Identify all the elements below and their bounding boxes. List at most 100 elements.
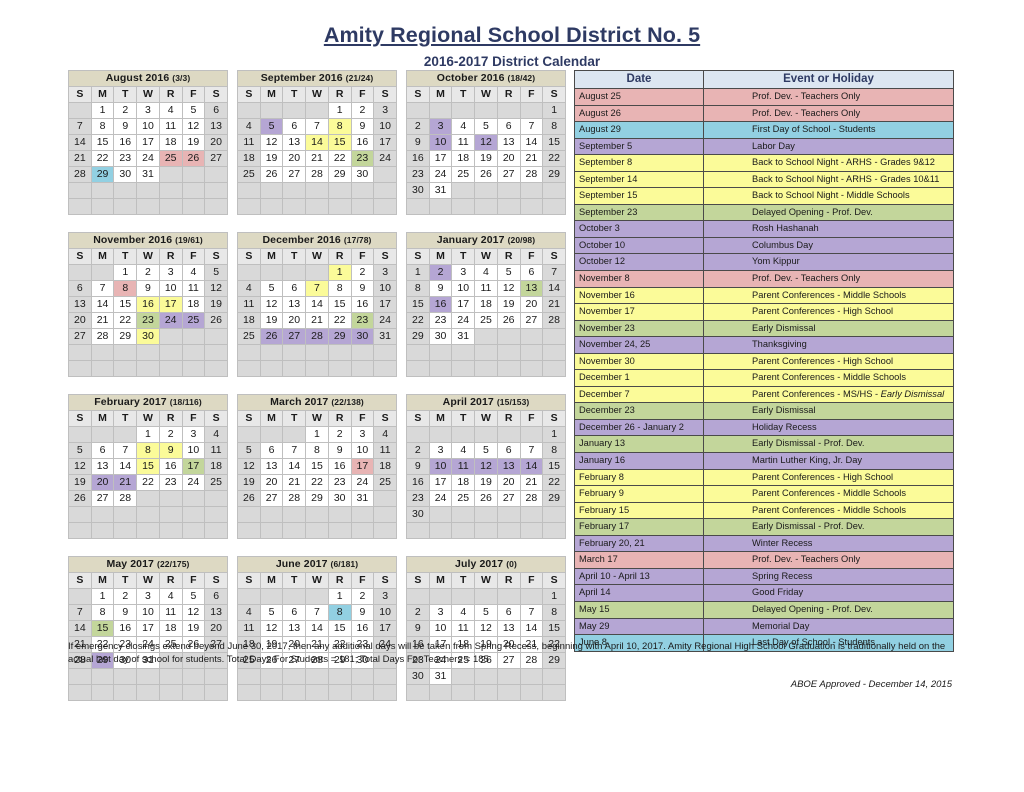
day-cell[interactable]: 8 — [542, 118, 566, 135]
day-cell[interactable]: 8 — [327, 280, 352, 297]
day-cell[interactable]: 11 — [181, 280, 206, 297]
day-cell[interactable]: 15 — [327, 620, 352, 637]
day-cell[interactable]: 19 — [181, 134, 206, 151]
day-cell[interactable]: 26 — [204, 312, 228, 329]
day-cell[interactable]: 4 — [373, 426, 397, 443]
day-cell[interactable]: 15 — [542, 620, 566, 637]
day-cell[interactable]: 26 — [474, 166, 498, 183]
day-cell[interactable]: 22 — [542, 474, 566, 491]
day-cell[interactable]: 11 — [451, 458, 476, 475]
day-cell[interactable]: 3 — [428, 118, 453, 135]
day-cell[interactable]: 28 — [305, 166, 329, 183]
day-cell[interactable]: 3 — [373, 102, 397, 119]
day-cell[interactable]: 5 — [474, 118, 498, 135]
day-cell[interactable]: 17 — [373, 620, 397, 637]
day-cell[interactable]: 18 — [474, 296, 498, 313]
day-cell[interactable]: 13 — [68, 296, 92, 313]
day-cell[interactable]: 19 — [181, 620, 206, 637]
day-cell[interactable]: 2 — [428, 264, 453, 281]
day-cell[interactable]: 6 — [204, 102, 228, 119]
day-cell[interactable]: 18 — [373, 458, 397, 475]
day-cell[interactable]: 22 — [305, 474, 329, 491]
day-cell[interactable]: 20 — [204, 134, 228, 151]
day-cell[interactable]: 13 — [282, 296, 307, 313]
day-cell[interactable]: 23 — [136, 312, 160, 329]
day-cell[interactable]: 28 — [90, 328, 115, 345]
day-cell[interactable]: 22 — [406, 312, 430, 329]
day-cell[interactable]: 4 — [181, 264, 206, 281]
day-cell[interactable]: 25 — [237, 328, 261, 345]
day-cell[interactable]: 27 — [68, 328, 92, 345]
day-cell[interactable]: 13 — [496, 620, 521, 637]
day-cell[interactable]: 15 — [113, 296, 138, 313]
day-cell[interactable]: 20 — [496, 150, 521, 167]
event-row[interactable]: March 17 Prof. Dev. - Teachers Only — [574, 551, 954, 569]
day-cell[interactable]: 6 — [259, 442, 284, 459]
day-cell[interactable]: 9 — [428, 280, 453, 297]
event-row[interactable]: May 29 Memorial Day — [574, 617, 954, 636]
day-cell[interactable]: 3 — [373, 588, 397, 605]
event-row[interactable]: October 10 Columbus Day — [574, 236, 954, 255]
day-cell[interactable]: 20 — [496, 474, 521, 491]
day-cell[interactable]: 27 — [204, 150, 228, 167]
day-cell[interactable]: 9 — [136, 280, 160, 297]
day-cell[interactable]: 11 — [451, 620, 476, 637]
day-cell[interactable]: 13 — [519, 280, 544, 297]
day-cell[interactable]: 21 — [519, 150, 544, 167]
day-cell[interactable]: 29 — [542, 166, 566, 183]
day-cell[interactable]: 1 — [542, 588, 566, 605]
day-cell[interactable]: 18 — [237, 312, 261, 329]
day-cell[interactable]: 15 — [327, 134, 352, 151]
day-cell[interactable]: 10 — [373, 118, 397, 135]
day-cell[interactable]: 17 — [158, 296, 183, 313]
day-cell[interactable]: 8 — [327, 118, 352, 135]
day-cell[interactable]: 29 — [327, 166, 352, 183]
day-cell[interactable]: 4 — [474, 264, 498, 281]
event-row[interactable]: November 17 Parent Conferences - High Sch… — [574, 303, 954, 321]
day-cell[interactable]: 25 — [451, 490, 476, 507]
event-row[interactable]: November 24, 25 Thanksgiving — [574, 336, 954, 354]
day-cell[interactable]: 1 — [542, 426, 566, 443]
day-cell[interactable]: 29 — [542, 490, 566, 507]
day-cell[interactable]: 5 — [474, 604, 498, 621]
day-cell[interactable]: 5 — [474, 442, 498, 459]
day-cell[interactable]: 1 — [542, 102, 566, 119]
day-cell[interactable]: 10 — [373, 280, 397, 297]
day-cell[interactable]: 19 — [496, 296, 521, 313]
day-cell[interactable]: 24 — [451, 312, 476, 329]
event-row[interactable]: September 23 Delayed Opening - Prof. Dev. — [574, 203, 954, 222]
day-cell[interactable]: 27 — [496, 490, 521, 507]
day-cell[interactable]: 31 — [451, 328, 476, 345]
day-cell[interactable]: 11 — [451, 134, 476, 151]
day-cell[interactable]: 30 — [428, 328, 453, 345]
day-cell[interactable]: 11 — [158, 604, 183, 621]
day-cell[interactable]: 27 — [282, 166, 307, 183]
day-cell[interactable]: 11 — [373, 442, 397, 459]
day-cell[interactable]: 10 — [428, 620, 453, 637]
day-cell[interactable]: 11 — [204, 442, 228, 459]
day-cell[interactable]: 28 — [519, 490, 544, 507]
day-cell[interactable]: 28 — [519, 166, 544, 183]
day-cell[interactable]: 1 — [90, 588, 115, 605]
day-cell[interactable]: 20 — [68, 312, 92, 329]
day-cell[interactable]: 1 — [327, 588, 352, 605]
day-cell[interactable]: 9 — [350, 280, 375, 297]
day-cell[interactable]: 16 — [406, 150, 430, 167]
day-cell[interactable]: 2 — [406, 118, 430, 135]
day-cell[interactable]: 2 — [350, 102, 375, 119]
day-cell[interactable]: 17 — [181, 458, 206, 475]
day-cell[interactable]: 1 — [327, 102, 352, 119]
day-cell[interactable]: 24 — [373, 312, 397, 329]
day-cell[interactable]: 30 — [113, 166, 138, 183]
day-cell[interactable]: 31 — [136, 166, 160, 183]
day-cell[interactable]: 4 — [451, 118, 476, 135]
day-cell[interactable]: 20 — [519, 296, 544, 313]
event-row[interactable]: November 8 Prof. Dev. - Teachers Only — [574, 270, 954, 288]
day-cell[interactable]: 16 — [350, 620, 375, 637]
day-cell[interactable]: 30 — [350, 166, 375, 183]
day-cell[interactable]: 21 — [282, 474, 307, 491]
day-cell[interactable]: 11 — [158, 118, 183, 135]
day-cell[interactable]: 6 — [282, 118, 307, 135]
day-cell[interactable]: 9 — [113, 604, 138, 621]
day-cell[interactable]: 9 — [406, 620, 430, 637]
